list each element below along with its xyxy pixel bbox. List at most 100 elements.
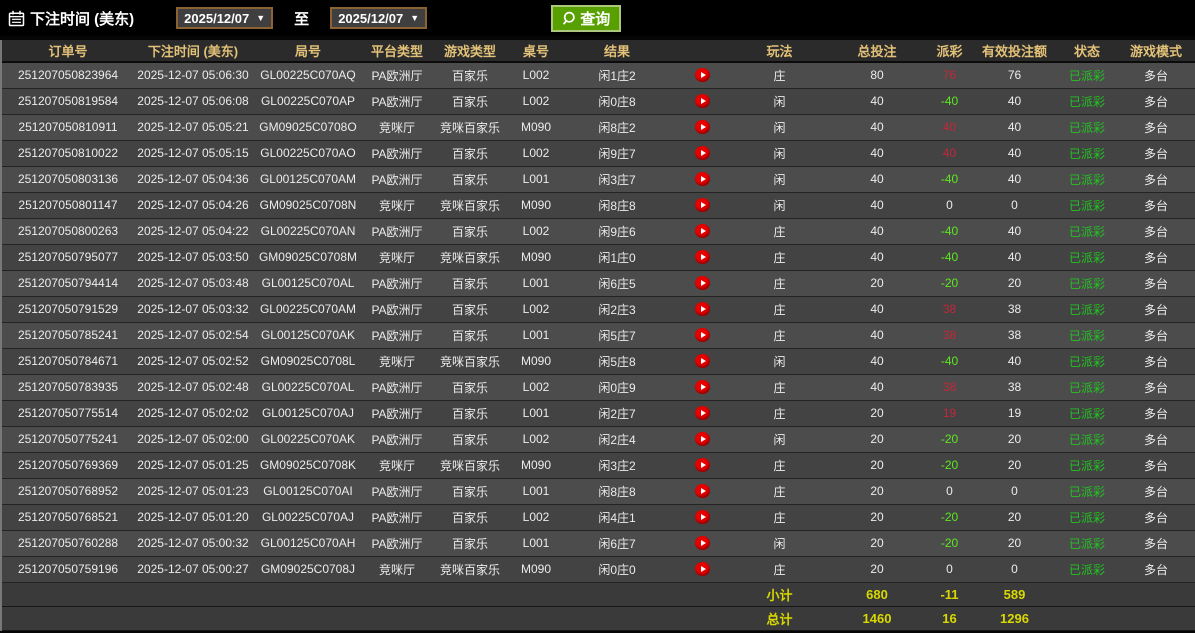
replay-cell: [672, 244, 732, 270]
replay-cell: [672, 322, 732, 348]
play-cell: 庄: [732, 504, 827, 530]
play-video-icon[interactable]: [695, 198, 710, 212]
payout-cell: 76: [927, 62, 972, 88]
order-cell: 251207050769369: [2, 452, 134, 478]
valid-bet-cell: 19: [972, 400, 1057, 426]
date-to-select[interactable]: 2025/12/07 ▼: [330, 7, 427, 29]
order-cell: 251207050783935: [2, 374, 134, 400]
game-type-cell: 竞咪百家乐: [430, 192, 510, 218]
play-video-icon[interactable]: [695, 68, 710, 82]
bet-records-table-wrap: 订单号下注时间 (美东)局号平台类型游戏类型桌号结果玩法总投注派彩有效投注额状态…: [0, 40, 1195, 631]
table-header-row: 订单号下注时间 (美东)局号平台类型游戏类型桌号结果玩法总投注派彩有效投注额状态…: [2, 40, 1195, 62]
play-video-icon[interactable]: [695, 224, 710, 238]
valid-bet-cell: 0: [972, 192, 1057, 218]
table-no-cell: M090: [510, 452, 562, 478]
round-cell: GL00225C070AJ: [252, 504, 364, 530]
status-cell: 已派彩: [1057, 192, 1117, 218]
play-cell: 闲: [732, 426, 827, 452]
total-bet-cell: 20: [827, 270, 927, 296]
play-video-icon[interactable]: [695, 562, 710, 576]
play-cell: 庄: [732, 62, 827, 88]
play-video-icon[interactable]: [695, 536, 710, 550]
column-header-play: 玩法: [732, 40, 827, 62]
play-video-icon[interactable]: [695, 94, 710, 108]
play-cell: 闲: [732, 530, 827, 556]
total-label: 总计: [732, 606, 827, 630]
order-cell: 251207050800263: [2, 218, 134, 244]
game-type-cell: 百家乐: [430, 296, 510, 322]
replay-cell: [672, 426, 732, 452]
table-no-cell: M090: [510, 348, 562, 374]
play-video-icon[interactable]: [695, 328, 710, 342]
order-cell: 251207050785241: [2, 322, 134, 348]
query-button[interactable]: 查询: [551, 5, 621, 32]
play-video-icon[interactable]: [695, 380, 710, 394]
payout-cell: -20: [927, 504, 972, 530]
play-cell: 闲: [732, 88, 827, 114]
table-no-cell: M090: [510, 244, 562, 270]
play-video-icon[interactable]: [695, 250, 710, 264]
result-cell: 闲2庄4: [562, 426, 672, 452]
game-type-cell: 百家乐: [430, 478, 510, 504]
date-to-value: 2025/12/07: [338, 11, 403, 26]
total-bet-cell: 40: [827, 244, 927, 270]
total-bet-cell: 40: [827, 88, 927, 114]
play-video-icon[interactable]: [695, 458, 710, 472]
subtotal-row: 小计680-11589: [2, 582, 1195, 606]
table-no-cell: L001: [510, 530, 562, 556]
platform-cell: 竞咪厅: [364, 452, 430, 478]
play-video-icon[interactable]: [695, 276, 710, 290]
payout-cell: 19: [927, 400, 972, 426]
play-video-icon[interactable]: [695, 406, 710, 420]
replay-cell: [672, 88, 732, 114]
play-video-icon[interactable]: [695, 302, 710, 316]
valid-bet-cell: 40: [972, 88, 1057, 114]
query-button-label: 查询: [580, 8, 610, 29]
status-cell: 已派彩: [1057, 556, 1117, 582]
replay-cell: [672, 270, 732, 296]
play-video-icon[interactable]: [695, 172, 710, 186]
play-video-icon[interactable]: [695, 484, 710, 498]
valid-bet-cell: 20: [972, 270, 1057, 296]
order-cell: 251207050823964: [2, 62, 134, 88]
platform-cell: PA欧洲厅: [364, 88, 430, 114]
payout-cell: -20: [927, 426, 972, 452]
result-cell: 闲6庄7: [562, 530, 672, 556]
table-row: 2512070508109112025-12-07 05:05:21GM0902…: [2, 114, 1195, 140]
play-video-icon[interactable]: [695, 354, 710, 368]
subtotal-payout: -11: [927, 582, 972, 606]
status-cell: 已派彩: [1057, 166, 1117, 192]
round-cell: GL00125C070AH: [252, 530, 364, 556]
play-cell: 庄: [732, 374, 827, 400]
play-cell: 庄: [732, 244, 827, 270]
play-cell: 闲: [732, 166, 827, 192]
column-header-game-type: 游戏类型: [430, 40, 510, 62]
game-mode-cell: 多台: [1117, 192, 1195, 218]
game-type-cell: 百家乐: [430, 322, 510, 348]
payout-cell: 0: [927, 556, 972, 582]
table-row: 2512070507839352025-12-07 05:02:48GL0022…: [2, 374, 1195, 400]
status-cell: 已派彩: [1057, 400, 1117, 426]
replay-cell: [672, 218, 732, 244]
play-video-icon[interactable]: [695, 146, 710, 160]
play-video-icon[interactable]: [695, 432, 710, 446]
bet-time-cell: 2025-12-07 05:05:15: [134, 140, 252, 166]
game-type-cell: 百家乐: [430, 140, 510, 166]
payout-cell: -40: [927, 88, 972, 114]
result-cell: 闲2庄7: [562, 400, 672, 426]
round-cell: GM09025C0708K: [252, 452, 364, 478]
total-bet-cell: 40: [827, 114, 927, 140]
play-cell: 庄: [732, 556, 827, 582]
subtotal-valid-bet: 589: [972, 582, 1057, 606]
to-label: 至: [294, 8, 309, 29]
result-cell: 闲3庄7: [562, 166, 672, 192]
valid-bet-cell: 38: [972, 374, 1057, 400]
date-from-select[interactable]: 2025/12/07 ▼: [176, 7, 273, 29]
result-cell: 闲0庄8: [562, 88, 672, 114]
play-video-icon[interactable]: [695, 510, 710, 524]
bet-time-cell: 2025-12-07 05:00:27: [134, 556, 252, 582]
game-type-cell: 竞咪百家乐: [430, 114, 510, 140]
column-header-replay: [672, 40, 732, 62]
round-cell: GL00125C070AM: [252, 166, 364, 192]
play-video-icon[interactable]: [695, 120, 710, 134]
